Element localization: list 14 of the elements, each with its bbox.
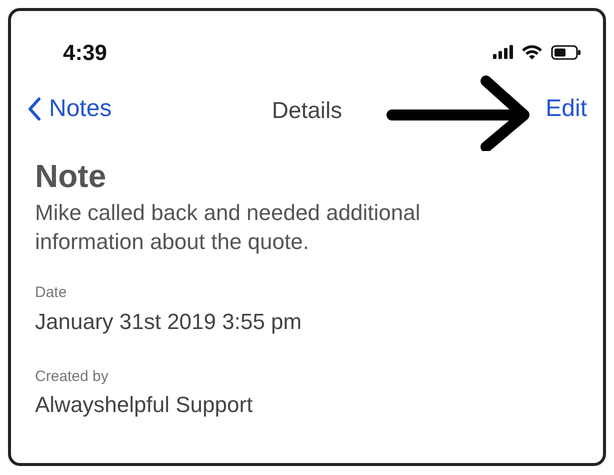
field-label: Created by bbox=[35, 366, 110, 387]
signal-icon bbox=[493, 45, 513, 59]
note-heading: Note bbox=[35, 159, 108, 194]
note-body: Mike called back and needed additional information about the quote. bbox=[35, 199, 422, 256]
field-value: January 31st 2019 3:55 pm bbox=[35, 308, 303, 336]
nav-title: Details bbox=[272, 97, 342, 123]
field-value: Alwayshelpful Support bbox=[35, 391, 254, 420]
wifi-icon bbox=[521, 44, 543, 60]
back-link[interactable]: Notes bbox=[27, 91, 112, 127]
field-label: Date bbox=[35, 283, 68, 304]
back-chevron-icon bbox=[27, 97, 41, 121]
edit-link[interactable]: Edit bbox=[546, 91, 587, 127]
status-time: 4:39 bbox=[63, 38, 108, 66]
battery-icon bbox=[551, 44, 581, 60]
